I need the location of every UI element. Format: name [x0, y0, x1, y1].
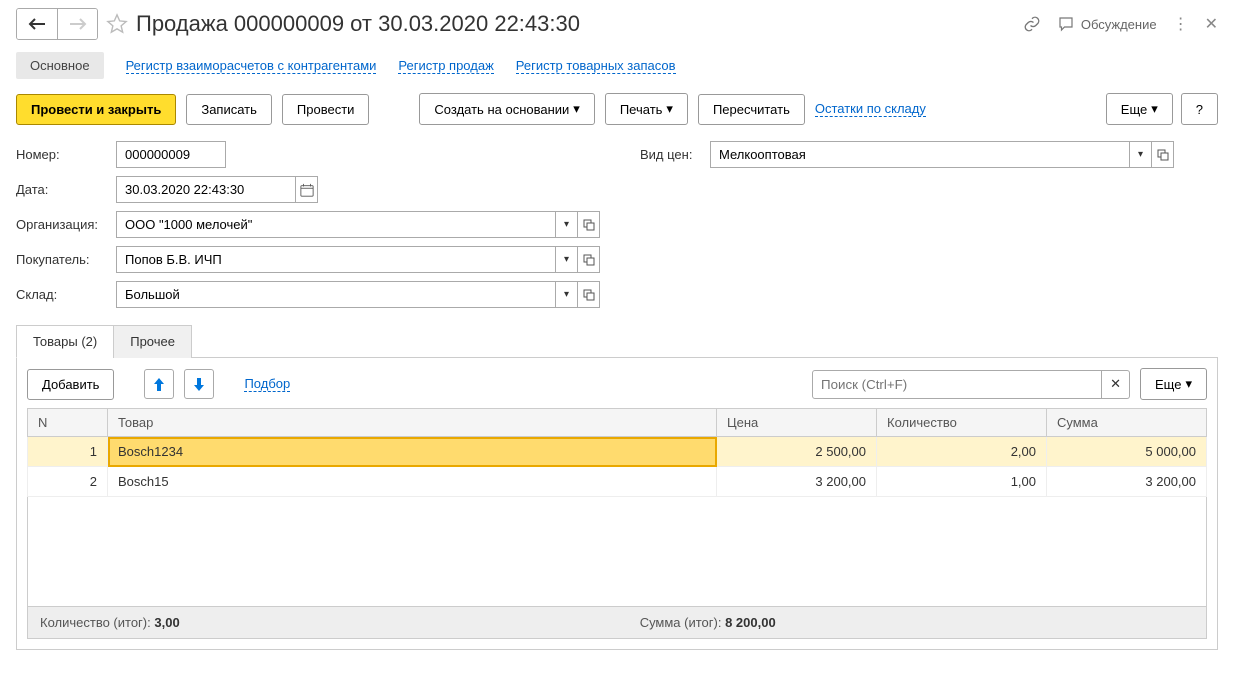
number-label: Номер:: [16, 147, 116, 162]
dropdown-icon[interactable]: ▾: [556, 281, 578, 308]
more-menu-icon[interactable]: ⋮: [1173, 14, 1189, 34]
print-button[interactable]: Печать ▾: [605, 93, 688, 125]
price-type-input[interactable]: [710, 141, 1130, 168]
close-icon[interactable]: ✕: [1205, 14, 1218, 34]
sum-total-label: Сумма (итог):: [640, 615, 722, 630]
col-n[interactable]: N: [28, 409, 108, 437]
add-button[interactable]: Добавить: [27, 369, 114, 400]
cell-sum[interactable]: 3 200,00: [1047, 467, 1207, 497]
discussion-label: Обсуждение: [1081, 17, 1157, 32]
cell-product[interactable]: Bosch15: [108, 467, 717, 497]
sum-total-value: 8 200,00: [725, 615, 776, 630]
cell-price[interactable]: 2 500,00: [717, 437, 877, 467]
cell-n[interactable]: 2: [28, 467, 108, 497]
post-and-close-button[interactable]: Провести и закрыть: [16, 94, 176, 125]
link-icon[interactable]: [1023, 15, 1041, 33]
create-based-label: Создать на основании: [434, 102, 569, 117]
page-title: Продажа 000000009 от 30.03.2020 22:43:30: [136, 11, 580, 37]
chevron-down-icon: ▾: [1185, 376, 1192, 392]
search-clear-icon[interactable]: ✕: [1102, 370, 1130, 399]
open-icon[interactable]: [578, 281, 600, 308]
qty-total-label: Количество (итог):: [40, 615, 151, 630]
cell-qty[interactable]: 1,00: [877, 467, 1047, 497]
write-button[interactable]: Записать: [186, 94, 272, 125]
buyer-label: Покупатель:: [16, 252, 116, 267]
more-grid-button[interactable]: Еще ▾: [1140, 368, 1207, 400]
open-icon[interactable]: [578, 211, 600, 238]
org-label: Организация:: [16, 217, 116, 232]
nav-reg-sales[interactable]: Регистр продаж: [398, 58, 493, 74]
favorite-star-icon[interactable]: [106, 13, 128, 35]
table-row[interactable]: 1 Bosch1234 2 500,00 2,00 5 000,00: [28, 437, 1207, 467]
print-label: Печать: [620, 102, 663, 117]
nav-buttons: [16, 8, 98, 40]
warehouse-label: Склад:: [16, 287, 116, 302]
cell-price[interactable]: 3 200,00: [717, 467, 877, 497]
post-button[interactable]: Провести: [282, 94, 370, 125]
price-type-label: Вид цен:: [640, 147, 710, 162]
col-sum[interactable]: Сумма: [1047, 409, 1207, 437]
back-button[interactable]: [17, 9, 57, 39]
org-input[interactable]: [116, 211, 556, 238]
recalc-button[interactable]: Пересчитать: [698, 94, 805, 125]
pick-link[interactable]: Подбор: [244, 376, 290, 392]
chevron-down-icon: ▾: [666, 101, 673, 117]
more-grid-label: Еще: [1155, 377, 1181, 392]
dropdown-icon[interactable]: ▾: [556, 211, 578, 238]
nav-reg-settlements[interactable]: Регистр взаиморасчетов с контрагентами: [126, 58, 377, 74]
open-icon[interactable]: [1152, 141, 1174, 168]
more-button[interactable]: Еще ▾: [1106, 93, 1173, 125]
dropdown-icon[interactable]: ▾: [1130, 141, 1152, 168]
grid-blank-area: [27, 497, 1207, 607]
number-input[interactable]: [116, 141, 226, 168]
discussion-button[interactable]: Обсуждение: [1057, 15, 1157, 33]
cell-sum[interactable]: 5 000,00: [1047, 437, 1207, 467]
nav-reg-stock[interactable]: Регистр товарных запасов: [516, 58, 676, 74]
col-product[interactable]: Товар: [108, 409, 717, 437]
more-label: Еще: [1121, 102, 1147, 117]
table-row[interactable]: 2 Bosch15 3 200,00 1,00 3 200,00: [28, 467, 1207, 497]
cell-product[interactable]: Bosch1234: [108, 437, 717, 467]
create-based-button[interactable]: Создать на основании ▾: [419, 93, 594, 125]
help-button[interactable]: ?: [1181, 93, 1218, 125]
tab-goods[interactable]: Товары (2): [16, 325, 114, 358]
col-price[interactable]: Цена: [717, 409, 877, 437]
dropdown-icon[interactable]: ▾: [556, 246, 578, 273]
chevron-down-icon: ▾: [1151, 101, 1158, 117]
cell-n[interactable]: 1: [28, 437, 108, 467]
nav-main[interactable]: Основное: [16, 52, 104, 79]
qty-total-value: 3,00: [154, 615, 179, 630]
open-icon[interactable]: [578, 246, 600, 273]
forward-button: [57, 9, 97, 39]
buyer-input[interactable]: [116, 246, 556, 273]
stock-balance-link[interactable]: Остатки по складу: [815, 101, 926, 117]
move-down-button[interactable]: [184, 369, 214, 399]
date-label: Дата:: [16, 182, 116, 197]
col-qty[interactable]: Количество: [877, 409, 1047, 437]
move-up-button[interactable]: [144, 369, 174, 399]
chevron-down-icon: ▾: [573, 101, 580, 117]
date-input[interactable]: [116, 176, 296, 203]
goods-table: N Товар Цена Количество Сумма 1 Bosch123…: [27, 408, 1207, 497]
totals-bar: Количество (итог): 3,00 Сумма (итог): 8 …: [27, 607, 1207, 639]
warehouse-input[interactable]: [116, 281, 556, 308]
tab-other[interactable]: Прочее: [113, 325, 192, 358]
calendar-icon[interactable]: [296, 176, 318, 203]
search-input[interactable]: [812, 370, 1102, 399]
cell-qty[interactable]: 2,00: [877, 437, 1047, 467]
